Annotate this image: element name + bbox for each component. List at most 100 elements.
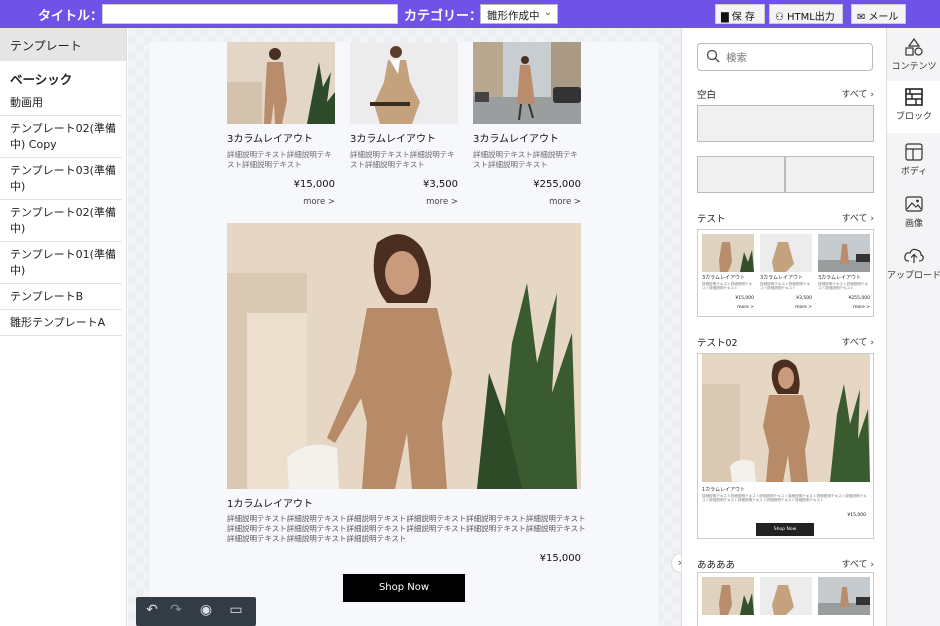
cloud-upload-icon <box>904 248 924 263</box>
section-title-blank: 空白 <box>697 90 717 101</box>
sidebar-item-template01[interactable]: テンプレート01(準備中) <box>0 242 122 284</box>
rail-label-body: ボディ <box>900 167 928 177</box>
image-icon <box>905 196 923 212</box>
mini-more-1: more > <box>737 305 754 310</box>
icon-rail: コンテンツ ブロック ボディ 画像 アップロード <box>886 28 940 626</box>
product-title-2: 3カラムレイアウト <box>350 134 437 145</box>
product-desc-2: 詳細説明テキスト詳細説明テキスト詳細説明テキスト <box>350 150 455 169</box>
sidebar-item-video[interactable]: 動画用 <box>0 90 122 116</box>
feature-title: 1カラムレイアウト <box>227 499 314 510</box>
section-all-blank[interactable]: すべて › <box>842 87 874 100</box>
mail-button[interactable]: ✉ メール <box>851 4 906 24</box>
blank-block-2b[interactable] <box>785 156 874 193</box>
desktop-icon[interactable]: ▭ <box>226 602 246 618</box>
product-more-link-2[interactable]: more > <box>350 197 458 207</box>
feature-image[interactable] <box>227 223 581 489</box>
block-panel: 検索 空白 すべて › テスト すべて › 3カラムレイアウト 3カラムレイアウ… <box>681 28 886 626</box>
save-button[interactable]: ▇ 保 存 <box>715 4 765 24</box>
template-sidebar: テンプレート ベーシック 動画用 テンプレート02(準備中) Copy テンプレ… <box>0 28 127 626</box>
blank-block-1[interactable] <box>697 105 874 142</box>
rail-label-content: コンテンツ <box>891 62 937 72</box>
mini-feature-image <box>702 354 870 482</box>
top-toolbar: タイトル： カテゴリー： 雛形作成中 ⌄ ▇ 保 存 ⚇ HTML出力 ✉ メール <box>0 0 940 28</box>
mini-more-3: more > <box>853 305 870 310</box>
block-preview-1col[interactable]: 1カラムレイアウト 詳細説明テキスト詳細説明テキスト詳細説明テキスト詳細説明テキ… <box>697 353 874 539</box>
mini-image-a1 <box>702 577 754 615</box>
product-price-2: ¥3,500 <box>423 179 458 190</box>
sidebar-item-template-a[interactable]: 雛形テンプレートA <box>0 310 122 336</box>
search-icon <box>706 49 720 66</box>
rail-item-image[interactable]: 画像 <box>887 188 940 238</box>
export-icon: ⚇ <box>775 12 784 23</box>
feature-price: ¥15,000 <box>539 553 581 564</box>
mini-image-2 <box>760 234 812 272</box>
redo-icon[interactable]: ↷ <box>166 602 186 618</box>
title-label: タイトル： <box>38 9 104 24</box>
product-more-link-3[interactable]: more > <box>473 197 581 207</box>
category-select-value: 雛形作成中 <box>487 10 540 22</box>
html-export-label: HTML出力 <box>786 12 835 23</box>
section-all-test[interactable]: すべて › <box>842 211 874 224</box>
product-image-2[interactable] <box>350 42 458 124</box>
block-preview-aaaa[interactable] <box>697 572 874 626</box>
section-all-test02[interactable]: すべて › <box>842 335 874 348</box>
preview-eye-icon[interactable]: ◉ <box>196 602 216 618</box>
mini-title-1: 3カラムレイアウト <box>702 275 746 281</box>
undo-icon[interactable]: ↶ <box>142 602 162 618</box>
mini-desc-1: 詳細説明テキスト詳細説明テキスト詳細説明テキスト <box>702 282 753 290</box>
sidebar-item-template-b[interactable]: テンプレートB <box>0 284 122 310</box>
product-image-3[interactable] <box>473 42 581 124</box>
mini-price-3: ¥255,000 <box>848 296 870 301</box>
rail-item-body[interactable]: ボディ <box>887 136 940 186</box>
section-title-test: テスト <box>697 214 726 225</box>
blank-block-2a[interactable] <box>697 156 785 193</box>
sidebar-subheader: ベーシック <box>10 72 73 87</box>
search-placeholder: 検索 <box>726 52 747 64</box>
rail-item-block[interactable]: ブロック <box>887 81 940 133</box>
title-input[interactable] <box>102 4 398 24</box>
product-price-3: ¥255,000 <box>533 179 581 190</box>
rail-label-upload: アップロード <box>887 271 940 281</box>
product-more-link-1[interactable]: more > <box>227 197 335 207</box>
section-all-aaaa[interactable]: すべて › <box>842 557 874 570</box>
product-desc-3: 詳細説明テキスト詳細説明テキスト詳細説明テキスト <box>473 150 578 169</box>
product-title-1: 3カラムレイアウト <box>227 134 314 145</box>
product-desc-1: 詳細説明テキスト詳細説明テキスト詳細説明テキスト <box>227 150 332 169</box>
mini-image-3 <box>818 234 870 272</box>
block-preview-3col[interactable]: 3カラムレイアウト 3カラムレイアウト 3カラムレイアウト 詳細説明テキスト詳細… <box>697 229 874 317</box>
sidebar-header: テンプレート <box>0 28 126 61</box>
app: タイトル： カテゴリー： 雛形作成中 ⌄ ▇ 保 存 ⚇ HTML出力 ✉ メール テ… <box>0 0 940 626</box>
mini-feature-price: ¥15,000 <box>847 513 866 518</box>
rail-item-upload[interactable]: アップロード <box>887 240 940 304</box>
mini-shop-now-button: Shop Now <box>756 523 814 536</box>
mini-price-2: ¥3,500 <box>796 296 812 301</box>
rail-label-image: 画像 <box>904 219 923 229</box>
block-grid-icon <box>905 88 923 106</box>
email-page[interactable]: 3カラムレイアウト 詳細説明テキスト詳細説明テキスト詳細説明テキスト ¥15,0… <box>150 42 658 626</box>
mini-image-a3 <box>818 577 870 615</box>
rail-label-block: ブロック <box>895 112 932 122</box>
section-title-test02: テスト02 <box>697 338 738 349</box>
shapes-icon <box>905 37 923 56</box>
product-image-1[interactable] <box>227 42 335 124</box>
layout-icon <box>905 143 923 161</box>
sidebar-item-template02-copy[interactable]: テンプレート02(準備中) Copy <box>0 116 122 158</box>
editor-canvas[interactable]: 3カラムレイアウト 詳細説明テキスト詳細説明テキスト詳細説明テキスト ¥15,0… <box>128 28 681 626</box>
chevron-down-icon: ⌄ <box>543 7 552 18</box>
sidebar-item-template02[interactable]: テンプレート02(準備中) <box>0 200 122 242</box>
category-select[interactable]: 雛形作成中 ⌄ <box>480 4 558 24</box>
mini-title-2: 3カラムレイアウト <box>760 275 804 281</box>
rail-item-content[interactable]: コンテンツ <box>887 31 940 81</box>
mini-feature-desc: 詳細説明テキスト詳細説明テキスト詳細説明テキスト詳細説明テキスト詳細説明テキスト… <box>702 494 867 502</box>
save-button-label: 保 存 <box>731 12 755 23</box>
editor-bottom-toolbar: ↶ ↷ ◉ ▭ <box>136 597 256 626</box>
mini-price-1: ¥15,000 <box>735 296 754 301</box>
shop-now-button[interactable]: Shop Now <box>343 574 465 602</box>
category-label: カテゴリー： <box>404 9 483 24</box>
expand-panel-icon[interactable]: » <box>671 553 681 573</box>
mail-icon: ✉ <box>857 12 866 23</box>
sidebar-item-template03[interactable]: テンプレート03(準備中) <box>0 158 122 200</box>
mail-button-label: メール <box>868 12 899 23</box>
search-input[interactable]: 検索 <box>697 43 873 71</box>
html-export-button[interactable]: ⚇ HTML出力 <box>769 4 843 24</box>
